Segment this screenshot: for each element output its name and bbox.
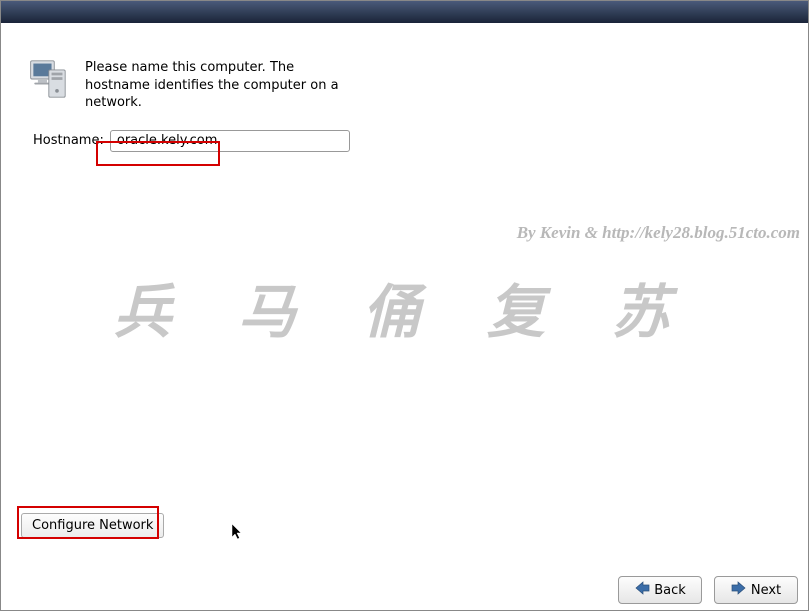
hostname-input[interactable]	[110, 130, 350, 152]
hostname-label: Hostname:	[33, 133, 104, 148]
window-titlebar	[1, 1, 808, 23]
back-label: Back	[654, 583, 686, 598]
arrow-left-icon	[634, 581, 650, 599]
next-button[interactable]: Next	[714, 576, 798, 604]
next-label: Next	[751, 583, 781, 598]
back-button[interactable]: Back	[618, 576, 702, 604]
computer-icon	[25, 59, 69, 103]
watermark-chinese: 兵 马 俑 复 苏	[1, 265, 808, 349]
instruction-text: Please name this computer. The hostname …	[85, 59, 345, 112]
configure-network-button[interactable]: Configure Network	[21, 513, 164, 538]
arrow-right-icon	[731, 581, 747, 599]
mouse-cursor-icon	[231, 523, 245, 545]
watermark-english: By Kevin & http://kely28.blog.51cto.com	[517, 223, 800, 243]
